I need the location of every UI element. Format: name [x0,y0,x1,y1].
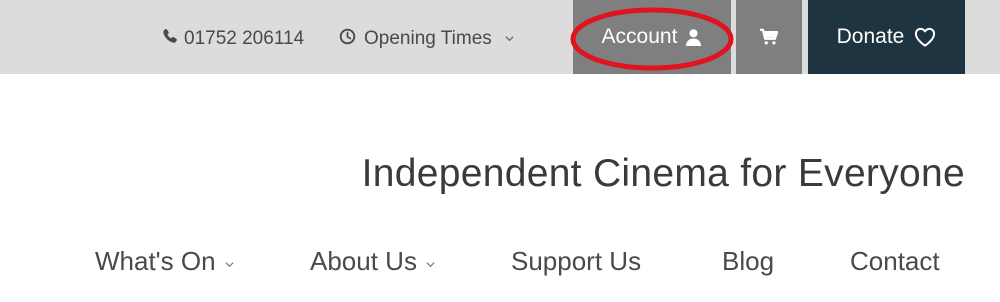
nav-item-whats-on[interactable]: What's On [95,246,235,276]
phone-icon [162,28,178,50]
top-utility-bar: 01752 206114 Opening Times Account Donat… [0,0,1000,74]
nav-item-blog[interactable]: Blog [722,246,774,276]
heart-icon [914,27,936,47]
nav-item-label: What's On [95,245,216,276]
opening-times-dropdown[interactable]: Opening Times [339,27,515,51]
nav-item-label: Contact [850,245,940,276]
cart-button[interactable] [736,0,802,74]
account-button[interactable]: Account [573,0,731,74]
donate-button[interactable]: Donate [808,0,965,74]
cart-icon [759,28,779,46]
nav-item-support-us[interactable]: Support Us [511,246,641,276]
nav-item-label: Support Us [511,245,642,276]
chevron-down-icon [500,28,515,50]
chevron-down-icon [425,246,436,277]
nav-item-about-us[interactable]: About Us [310,246,436,276]
site-tagline: Independent Cinema for Everyone [361,152,965,195]
main-navigation: What's On About Us Support Us Blog Conta… [0,238,1000,284]
phone-number: 01752 206114 [184,28,305,49]
nav-item-label: Blog [722,245,775,276]
opening-times-label: Opening Times [364,28,492,49]
account-label: Account [601,25,678,48]
nav-item-label: About Us [310,245,417,276]
chevron-down-icon [224,246,235,277]
donate-label: Donate [836,25,905,48]
user-icon [685,28,702,47]
nav-item-contact[interactable]: Contact [850,246,940,276]
phone-link[interactable]: 01752 206114 [162,27,304,51]
clock-icon [339,28,356,51]
